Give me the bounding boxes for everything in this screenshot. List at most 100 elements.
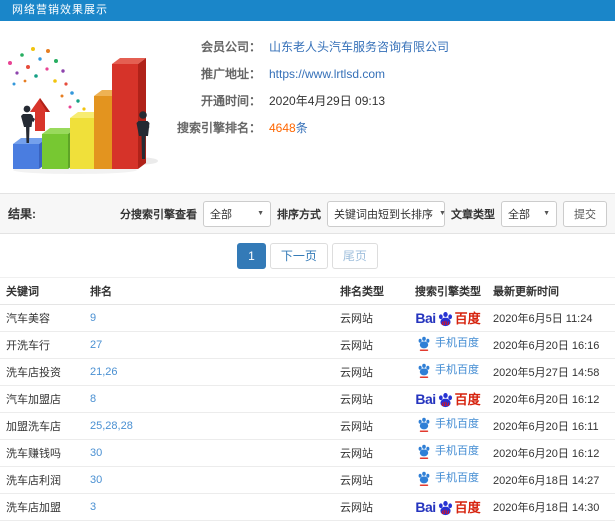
submit-button[interactable]: 提交 — [563, 200, 607, 227]
info-row-url: 推广地址： https://www.lrtlsd.com — [177, 60, 615, 87]
rank-type-cell: 云网站 — [340, 466, 403, 494]
keyword-cell: 汽车美容 — [0, 304, 90, 332]
rank-type-cell: 云网站 — [340, 331, 403, 359]
rank-cell[interactable]: 3 — [90, 493, 340, 521]
col-update-time: 最新更新时间 — [493, 277, 615, 305]
company-label: 会员公司： — [200, 40, 261, 54]
info-row-open-time: 开通时间： 2020年4月29日 09:13 — [177, 87, 615, 114]
mobile-baidu-logo: 手机百度 — [417, 443, 479, 460]
table-row: 洗车店投资 21,26 云网站 手机百度 2020年5月27日 14:58 — [0, 358, 615, 386]
mobile-baidu-logo: 手机百度 — [417, 362, 479, 379]
engine-cell: 手机百度 — [403, 331, 493, 359]
rank-type-cell: 云网站 — [340, 304, 403, 332]
keyword-cell: 洗车赚钱吗 — [0, 439, 90, 467]
page-1-button[interactable]: 1 — [237, 242, 266, 269]
growth-chart-illustration — [8, 47, 158, 174]
article-type-value: 全部 — [508, 208, 530, 221]
page-title: 网络营销效果展示 — [12, 4, 108, 16]
rank-cell[interactable]: 9 — [90, 304, 340, 332]
col-rank-type: 排名类型 — [340, 277, 403, 305]
rank-cell[interactable]: 30 — [90, 439, 340, 467]
rank-type-cell: 云网站 — [340, 493, 403, 521]
keyword-cell: 洗车店投资 — [0, 358, 90, 386]
baidu-logo: Bai du 百度 — [415, 310, 481, 327]
open-time-value: 2020年4月29日 09:13 — [269, 94, 386, 108]
svg-text:du: du — [441, 400, 449, 407]
engine-filter-select[interactable]: 全部 ▼ — [203, 200, 271, 227]
filter-controls: 分搜索引擎查看 全部 ▼ 排序方式 关键词由短到长排序 ▼ 文章类型 全部 ▼ … — [120, 200, 607, 227]
info-row-company: 会员公司： 山东老人头汽车服务咨询有限公司 — [177, 33, 615, 60]
rank-cell[interactable]: 8 — [90, 385, 340, 413]
article-type-select[interactable]: 全部 ▼ — [501, 200, 557, 227]
table-row: 洗车赚钱吗 30 云网站 手机百度 2020年6月20日 16:12 — [0, 439, 615, 467]
update-time-cell: 2020年6月20日 16:12 — [493, 439, 615, 467]
result-label: 结果: — [8, 207, 36, 221]
table-row: 加盟洗车店 25,28,28 云网站 手机百度 2020年6月20日 16:11 — [0, 412, 615, 440]
ranking-count-label: 搜索引擎排名： — [177, 121, 262, 135]
update-time-cell: 2020年5月27日 14:58 — [493, 358, 615, 386]
update-time-cell: 2020年6月20日 16:12 — [493, 385, 615, 413]
results-table: 关键词 排名 排名类型 搜索引擎类型 最新更新时间 汽车美容 9 云网站 Bai… — [0, 277, 615, 521]
baidu-paw-icon: du — [436, 499, 455, 516]
company-name-link[interactable]: 山东老人头汽车服务咨询有限公司 — [269, 38, 449, 55]
mobile-baidu-paw-icon — [418, 363, 430, 378]
rank-type-cell: 云网站 — [340, 439, 403, 467]
info-section: 会员公司： 山东老人头汽车服务咨询有限公司 推广地址： https://www.… — [0, 21, 615, 193]
chevron-down-icon: ▼ — [543, 210, 550, 217]
rank-type-cell: 云网站 — [340, 358, 403, 386]
rank-type-cell: 云网站 — [340, 412, 403, 440]
svg-text:du: du — [441, 319, 449, 326]
update-time-cell: 2020年6月18日 14:30 — [493, 493, 615, 521]
baidu-paw-icon: du — [436, 310, 455, 327]
col-keyword: 关键词 — [0, 277, 90, 305]
company-info-list: 会员公司： 山东老人头汽车服务咨询有限公司 推广地址： https://www.… — [177, 21, 615, 141]
pagination: 1 下一页 尾页 — [0, 234, 615, 277]
col-engine-type: 搜索引擎类型 — [403, 277, 493, 305]
table-body: 汽车美容 9 云网站 Bai du 百度 2020年6月5日 11:24 开洗车行 … — [0, 304, 615, 521]
table-header-row: 关键词 排名 排名类型 搜索引擎类型 最新更新时间 — [0, 277, 615, 305]
mobile-baidu-logo: 手机百度 — [417, 416, 479, 433]
chevron-down-icon: ▼ — [257, 210, 264, 217]
page-header: 网络营销效果展示 — [0, 0, 615, 21]
ranking-count-unit: 条 — [295, 121, 308, 135]
update-time-cell: 2020年6月5日 11:24 — [493, 304, 615, 332]
engine-filter-label: 分搜索引擎查看 — [120, 208, 197, 221]
last-page-button[interactable]: 尾页 — [331, 242, 378, 269]
mobile-baidu-paw-icon — [418, 444, 430, 459]
promo-url-link[interactable]: https://www.lrtlsd.com — [269, 67, 385, 81]
table-row: 汽车美容 9 云网站 Bai du 百度 2020年6月5日 11:24 — [0, 304, 615, 332]
rank-cell[interactable]: 27 — [90, 331, 340, 359]
baidu-logo: Bai du 百度 — [415, 499, 481, 516]
article-type-label: 文章类型 — [451, 208, 495, 221]
mobile-baidu-logo: 手机百度 — [417, 470, 479, 487]
table-row: 开洗车行 27 云网站 手机百度 2020年6月20日 16:16 — [0, 331, 615, 359]
ranking-count-number: 4648 — [269, 121, 296, 135]
mobile-baidu-paw-icon — [418, 417, 430, 432]
sort-select[interactable]: 关键词由短到长排序 ▼ — [327, 200, 446, 227]
keyword-cell: 洗车店利润 — [0, 466, 90, 494]
mobile-baidu-paw-icon — [418, 471, 430, 486]
baidu-logo: Bai du 百度 — [415, 391, 481, 408]
engine-cell: Bai du 百度 — [403, 385, 493, 413]
confetti — [8, 47, 86, 111]
mobile-baidu-logo: 手机百度 — [417, 335, 479, 352]
rank-cell[interactable]: 21,26 — [90, 358, 340, 386]
sort-value: 关键词由短到长排序 — [334, 208, 433, 221]
info-row-ranking-count: 搜索引擎排名： 4648条 — [177, 114, 615, 141]
engine-filter-value: 全部 — [210, 208, 232, 221]
keyword-cell: 汽车加盟店 — [0, 385, 90, 413]
table-row: 洗车店利润 30 云网站 手机百度 2020年6月18日 14:27 — [0, 466, 615, 494]
table-row: 汽车加盟店 8 云网站 Bai du 百度 2020年6月20日 16:12 — [0, 385, 615, 413]
filter-bar: 结果: 分搜索引擎查看 全部 ▼ 排序方式 关键词由短到长排序 ▼ 文章类型 全… — [0, 193, 615, 234]
rank-cell[interactable]: 25,28,28 — [90, 412, 340, 440]
rank-type-cell: 云网站 — [340, 385, 403, 413]
engine-cell: 手机百度 — [403, 439, 493, 467]
next-page-button[interactable]: 下一页 — [269, 242, 328, 269]
keyword-cell: 加盟洗车店 — [0, 412, 90, 440]
table-row: 洗车店加盟 3 云网站 Bai du 百度 2020年6月18日 14:30 — [0, 493, 615, 521]
rank-cell[interactable]: 30 — [90, 466, 340, 494]
update-time-cell: 2020年6月18日 14:27 — [493, 466, 615, 494]
open-time-label: 开通时间： — [200, 94, 261, 108]
mobile-baidu-paw-icon — [418, 336, 430, 351]
col-rank: 排名 — [90, 277, 340, 305]
